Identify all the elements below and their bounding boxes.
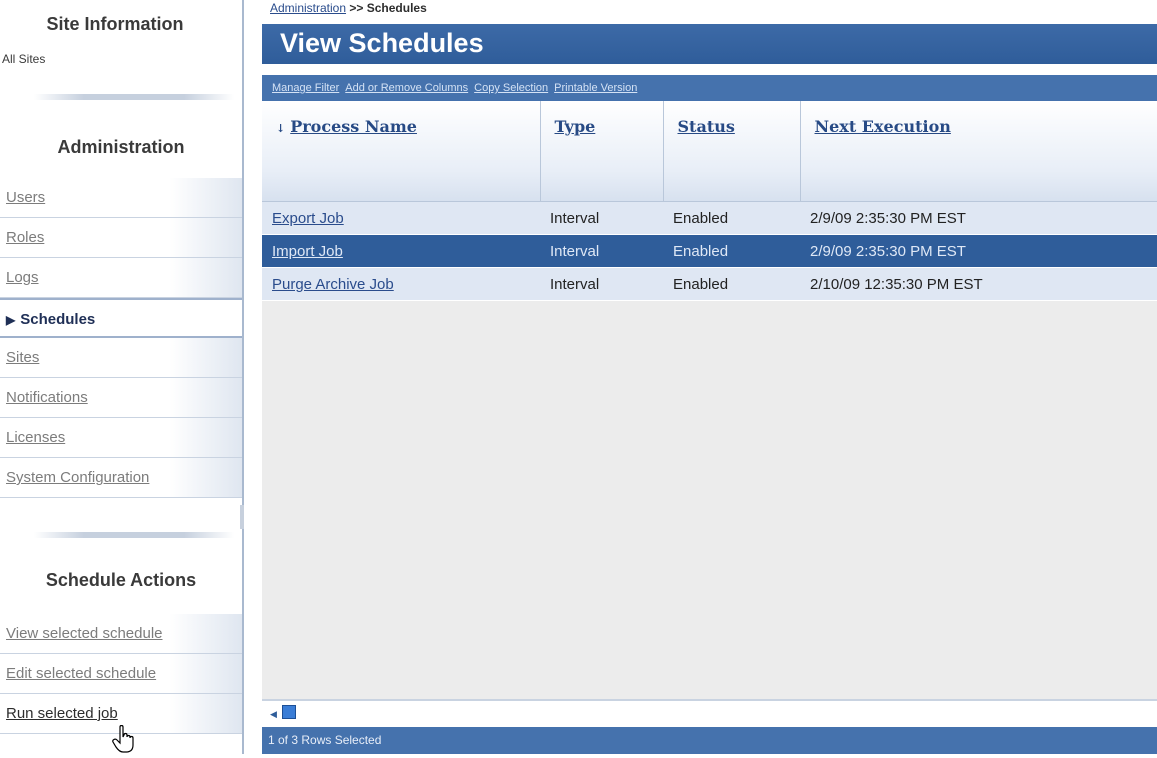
sidebar-item-label: Sites: [6, 349, 40, 366]
site-information-value: All Sites: [2, 52, 46, 66]
separator: [34, 532, 234, 538]
sidebar-item-label: Notifications: [6, 389, 88, 406]
scrollbar-thumb[interactable]: [282, 705, 296, 719]
column-header-process-name[interactable]: ↓ Process Name: [262, 101, 541, 202]
column-header-next-execution[interactable]: Next Execution: [800, 101, 1157, 202]
sidebar-item-licenses[interactable]: Licenses: [0, 418, 242, 458]
schedule-actions-title: Schedule Actions: [45, 570, 197, 590]
table-row[interactable]: Export Job Interval Enabled 2/9/09 2:35:30 …: [262, 201, 1157, 235]
sidebar-item-label: Licenses: [6, 429, 66, 446]
sidebar-item-logs[interactable]: Logs: [0, 258, 242, 298]
process-name-link[interactable]: Purge Archive Job: [272, 276, 394, 293]
sidebar-item-notifications[interactable]: Notifications: [0, 378, 242, 418]
action-label: Run selected job: [6, 705, 118, 722]
breadcrumb-administration-link[interactable]: Administration: [270, 1, 346, 15]
sidebar-item-label: Logs: [6, 269, 39, 286]
cell-status: Enabled: [663, 267, 800, 301]
sidebar-item-schedules[interactable]: ▶ Schedules: [0, 298, 242, 338]
status-bar: 1 of 3 Rows Selected: [262, 727, 1157, 754]
separator: [34, 94, 234, 100]
column-header-status[interactable]: Status: [663, 101, 801, 202]
process-name-link[interactable]: Import Job: [272, 243, 343, 260]
cell-process: Purge Archive Job: [262, 267, 540, 301]
cell-status: Enabled: [663, 234, 800, 268]
cell-process: Export Job: [262, 201, 540, 235]
column-header-type[interactable]: Type: [540, 101, 664, 202]
cell-type: Interval: [540, 267, 663, 301]
sidebar-item-label: Schedules: [20, 311, 96, 328]
rows-selected-status: 1 of 3 Rows Selected: [268, 733, 382, 747]
manage-filter-link[interactable]: Manage Filter: [272, 82, 339, 94]
action-view-selected-schedule[interactable]: View selected schedule: [0, 614, 242, 654]
column-label[interactable]: Type: [555, 117, 596, 136]
horizontal-scrollbar[interactable]: ◀: [262, 699, 1157, 727]
action-label: Edit selected schedule: [6, 665, 157, 682]
cell-next: 2/9/09 2:35:30 PM EST: [800, 201, 1157, 235]
arrow-left-icon[interactable]: ◀: [270, 709, 277, 720]
process-name-link[interactable]: Export Job: [272, 210, 344, 227]
cell-next: 2/9/09 2:35:30 PM EST: [800, 234, 1157, 268]
sidebar-item-roles[interactable]: Roles: [0, 218, 242, 258]
triangle-right-icon: ▶: [6, 313, 16, 327]
cell-type: Interval: [540, 201, 663, 235]
page-title: View Schedules: [280, 28, 484, 58]
schedules-table: ↓ Process Name Type Status Next Execution…: [262, 101, 1157, 301]
cell-process: Import Job: [262, 234, 540, 268]
sidebar-item-sites[interactable]: Sites: [0, 338, 242, 378]
table-row[interactable]: Purge Archive Job Interval Enabled 2/10/09 …: [262, 267, 1157, 301]
administration-title: Administration: [57, 137, 185, 157]
sidebar-item-label: Roles: [6, 229, 45, 246]
column-label[interactable]: Status: [678, 117, 735, 136]
cell-type: Interval: [540, 234, 663, 268]
cell-next: 2/10/09 12:35:30 PM EST: [800, 267, 1157, 301]
table-toolbar: Manage Filter Add or Remove Columns Copy S…: [262, 75, 1157, 101]
sidebar-item-label: Users: [6, 189, 46, 206]
action-label: View selected schedule: [6, 625, 163, 642]
table-row[interactable]: Import Job Interval Enabled 2/9/09 2:35:30 …: [262, 234, 1157, 268]
table-body: Export Job Interval Enabled 2/9/09 2:35:30 …: [262, 201, 1157, 301]
column-label[interactable]: Process Name: [290, 117, 417, 136]
site-information-title: Site Information: [46, 14, 184, 34]
breadcrumb: Administration >> Schedules: [270, 1, 427, 15]
breadcrumb-separator: >>: [349, 1, 364, 15]
sidebar-resize-handle[interactable]: [240, 505, 244, 529]
table-header-row: ↓ Process Name Type Status Next Execution: [262, 101, 1157, 202]
hand-pointer-icon: [112, 724, 138, 758]
sort-down-arrow-icon: ↓: [276, 122, 286, 135]
copy-selection-link[interactable]: Copy Selection: [474, 82, 548, 94]
cell-status: Enabled: [663, 201, 800, 235]
breadcrumb-current: Schedules: [366, 1, 427, 15]
sidebar-item-system-configuration[interactable]: System Configuration: [0, 458, 242, 498]
add-remove-columns-link[interactable]: Add or Remove Columns: [345, 82, 468, 94]
printable-version-link[interactable]: Printable Version: [554, 82, 637, 94]
column-label[interactable]: Next Execution: [815, 117, 951, 136]
schedules-grid: ↓ Process Name Type Status Next Execution…: [262, 101, 1157, 699]
action-edit-selected-schedule[interactable]: Edit selected schedule: [0, 654, 242, 694]
sidebar: Site Information All Sites Administratio…: [0, 0, 244, 754]
sidebar-item-users[interactable]: Users: [0, 178, 242, 218]
sidebar-item-label: System Configuration: [6, 469, 150, 486]
page-header: View Schedules: [262, 24, 1157, 64]
